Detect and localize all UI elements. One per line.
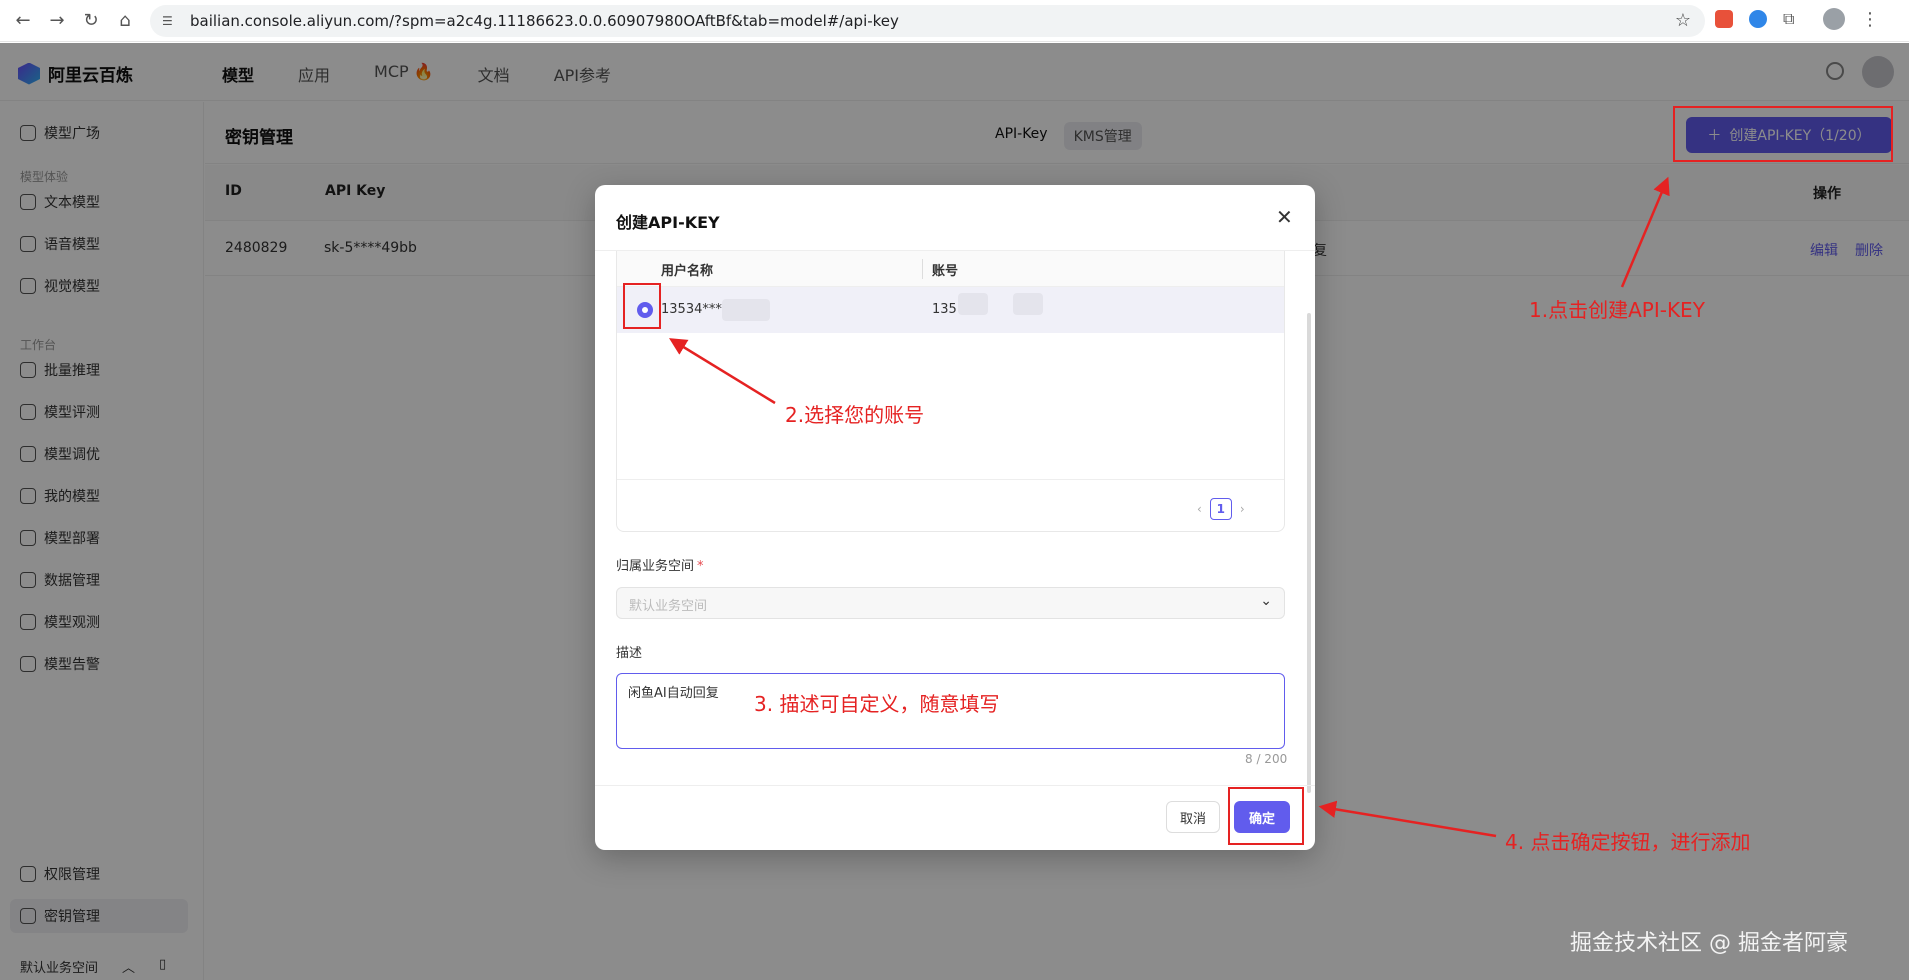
browser-menu-icon[interactable]: ⋮ [1861, 9, 1879, 30]
browser-toolbar: ← → ↻ ⌂ ☰ bailian.console.aliyun.com/?sp… [0, 0, 1909, 42]
address-bar[interactable]: ☰ bailian.console.aliyun.com/?spm=a2c4g.… [150, 5, 1705, 37]
workspace-select[interactable]: 默认业务空间 ⌄ [616, 587, 1285, 619]
prev-page-icon[interactable]: ‹ [1197, 502, 1202, 516]
chevron-down-icon: ⌄ [1260, 593, 1272, 609]
forward-icon[interactable]: → [42, 6, 72, 36]
extension-icon[interactable] [1749, 10, 1767, 28]
site-info-icon[interactable]: ☰ [162, 14, 180, 28]
user-row[interactable]: 13534**** 135 [617, 287, 1284, 333]
workspace-label-text: 归属业务空间 [616, 559, 695, 574]
annotation-step4: 4. 点击确定按钮，进行添加 [1505, 830, 1751, 854]
char-counter: 8 / 200 [1245, 752, 1288, 766]
account-value: 135 [932, 302, 957, 317]
annotation-box-confirm [1228, 787, 1304, 845]
redaction-blur [958, 293, 988, 315]
next-page-icon[interactable]: › [1240, 502, 1245, 516]
extensions-puzzle-icon[interactable]: ⧉ [1783, 9, 1801, 29]
col-username: 用户名称 [661, 264, 714, 279]
annotation-step2: 2.选择您的账号 [785, 403, 925, 427]
username-value: 13534**** [661, 302, 729, 317]
annotation-step1: 1.点击创建API-KEY [1529, 298, 1705, 322]
user-table-header: 用户名称 账号 [617, 251, 1284, 287]
extensions-area: ⧉ ⋮ [1715, 8, 1879, 30]
redaction-blur [1013, 293, 1043, 315]
pagination: ‹ 1 › [1197, 498, 1245, 520]
page-number[interactable]: 1 [1209, 498, 1232, 520]
profile-avatar[interactable] [1823, 8, 1845, 30]
annotation-box-create [1673, 106, 1893, 162]
description-field-label: 描述 [616, 646, 643, 661]
dialog-title: 创建API-KEY [616, 213, 720, 232]
workspace-field-label: 归属业务空间 * [616, 555, 704, 574]
cancel-button[interactable]: 取消 [1166, 801, 1220, 833]
col-account: 账号 [932, 264, 959, 279]
scrollbar[interactable] [1307, 313, 1311, 793]
column-divider [922, 259, 923, 279]
reload-icon[interactable]: ↻ [76, 6, 106, 36]
back-icon[interactable]: ← [8, 6, 38, 36]
annotation-step3: 3. 描述可自定义，随意填写 [754, 692, 1000, 716]
home-icon[interactable]: ⌂ [110, 6, 140, 36]
url-text[interactable]: bailian.console.aliyun.com/?spm=a2c4g.11… [190, 12, 899, 30]
annotation-box-radio [623, 283, 661, 329]
watermark: 掘金技术社区 @ 掘金者阿豪 [1570, 931, 1848, 956]
extension-icon[interactable] [1715, 10, 1733, 28]
workspace-placeholder: 默认业务空间 [629, 599, 708, 614]
bookmark-star-icon[interactable]: ☆ [1675, 10, 1691, 31]
required-mark: * [697, 559, 704, 574]
close-icon[interactable]: ✕ [1276, 205, 1293, 229]
divider [617, 479, 1284, 480]
divider [595, 785, 1315, 786]
user-table: 用户名称 账号 13534**** 135 ‹ 1 › [616, 251, 1285, 532]
redaction-blur [722, 299, 770, 321]
create-api-key-dialog: 创建API-KEY ✕ 用户名称 账号 13534**** 135 ‹ 1 › … [595, 185, 1315, 850]
